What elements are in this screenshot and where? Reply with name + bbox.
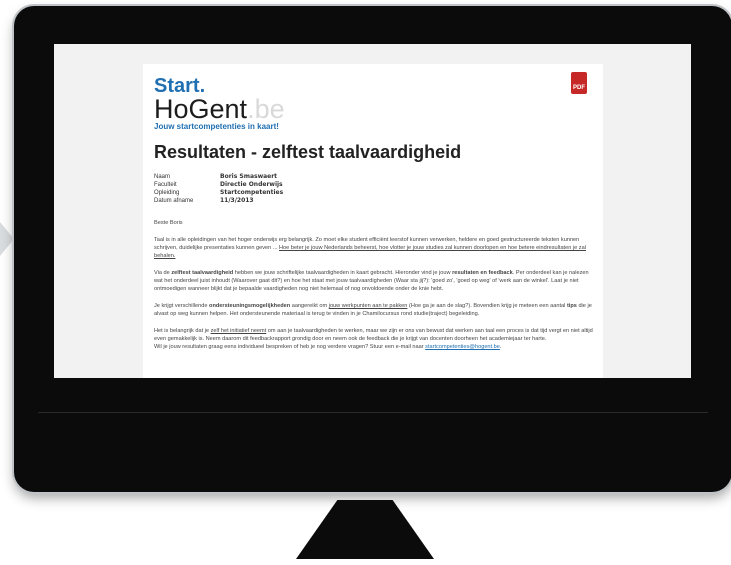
logo-slogan: Jouw startcompetenties in kaart! (154, 122, 279, 131)
bezel-divider (38, 412, 708, 413)
info-row-faculty: Faculteit Directie Onderwijs (154, 181, 283, 188)
info-row-date: Datum afname 11/3/2013 (154, 197, 254, 204)
paragraph-support: Je krijgt verschillende ondersteuningsmo… (154, 303, 592, 317)
paragraph-selftest: Via de zelftest taalvaardigheid hebben w… (154, 270, 589, 292)
greeting: Beste Boris (154, 220, 183, 226)
page-title: Resultaten - zelftest taalvaardigheid (154, 142, 462, 162)
paragraph-intro: Taal is in alle opleidingen van het hoge… (154, 237, 586, 259)
feedback-letter: Beste Boris Taal is in alle opleidingen … (154, 219, 594, 360)
monitor-screen: PDF Start. HoGent.be Jouw startcompetent… (54, 44, 691, 378)
workpoints-link[interactable]: jouw werkpunten aan te pakken (329, 303, 408, 309)
paragraph-initiative: Het is belangrijk dat je zelf het initia… (154, 328, 593, 350)
monitor-frame: PDF Start. HoGent.be Jouw startcompetent… (14, 6, 731, 492)
info-row-name: Naam Boris Smaswaert (154, 173, 278, 180)
results-document: PDF Start. HoGent.be Jouw startcompetent… (143, 64, 603, 378)
logo-start: Start. (154, 75, 206, 97)
email-link[interactable]: startcompetenties@hogent.be (425, 344, 500, 350)
student-info: Naam Boris Smaswaert Faculteit Directie On… (154, 173, 283, 205)
pdf-download-icon[interactable]: PDF (571, 72, 587, 94)
monitor-stand (296, 500, 434, 559)
previous-arrow-icon[interactable] (0, 222, 14, 256)
hogent-logo: Start. HoGent.be Jouw startcompetenties … (154, 76, 285, 131)
info-row-program: Opleiding Startcompetenties (154, 189, 284, 196)
logo-hogent: HoGent.be (154, 94, 285, 124)
